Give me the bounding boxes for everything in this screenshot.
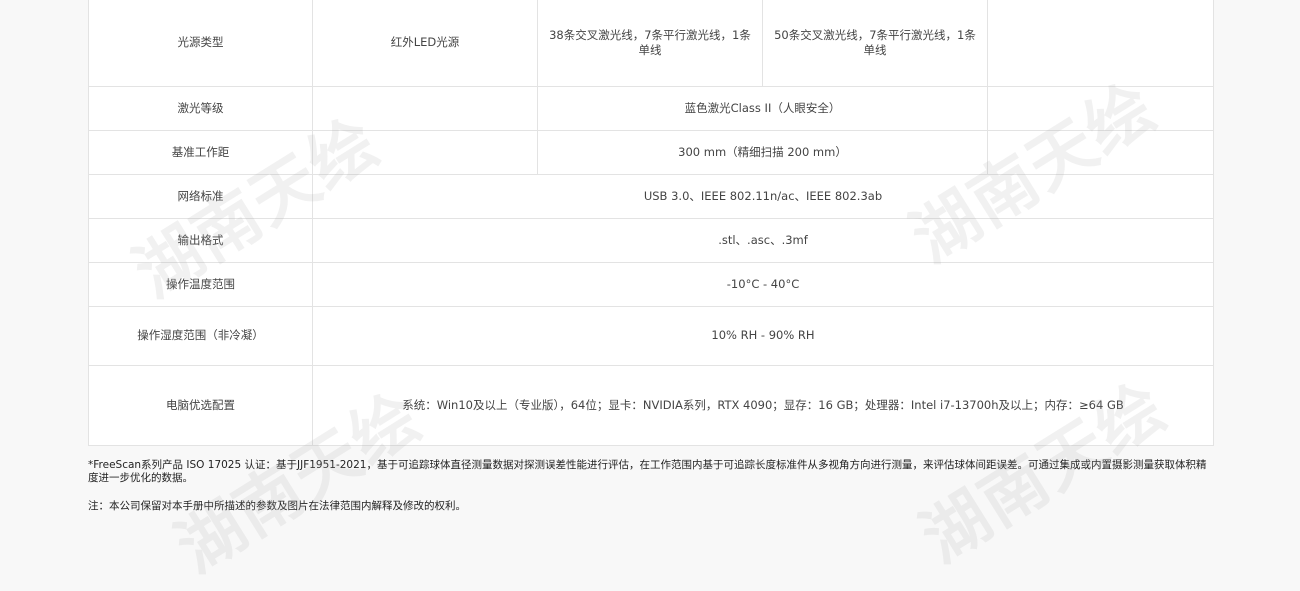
cell-operating-temp-value: -10°C - 40°C [312, 261, 1214, 307]
cell-light-source-col2: 38条交叉激光线，7条平行激光线，1条单线 [537, 0, 763, 87]
footnote-accuracy: *FreeScan系列产品 ISO 17025 认证：基于JJF1951-202… [88, 459, 1207, 484]
table-row-network: 网络标准 USB 3.0、IEEE 802.11n/ac、IEEE 802.3a… [88, 173, 1214, 219]
row-label-output-format: 输出格式 [88, 217, 313, 263]
cell-operating-humidity-value: 10% RH - 90% RH [312, 305, 1214, 366]
table-row-laser-class: 激光等级 蓝色激光Class II（人眼安全） [88, 85, 1214, 131]
row-label-network: 网络标准 [88, 173, 313, 219]
table-row-pc-config: 电脑优选配置 系统：Win10及以上（专业版），64位；显卡：NVIDIA系列，… [88, 364, 1214, 446]
cell-light-source-col4 [987, 0, 1214, 87]
row-label-pc-config: 电脑优选配置 [88, 364, 313, 446]
footnote-disclaimer: 注：本公司保留对本手册中所描述的参数及图片在法律范围内解释及修改的权利。 [88, 500, 466, 512]
cell-laser-class-col1 [312, 85, 538, 131]
table-row-light-source: 光源类型 红外LED光源 38条交叉激光线，7条平行激光线，1条单线 50条交叉… [88, 0, 1214, 87]
cell-working-distance-value: 300 mm（精细扫描 200 mm） [537, 129, 988, 175]
cell-working-distance-col4 [987, 129, 1214, 175]
cell-light-source-col1: 红外LED光源 [312, 0, 538, 87]
row-label-operating-humidity: 操作湿度范围（非冷凝） [88, 305, 313, 366]
table-row-output-format: 输出格式 .stl、.asc、.3mf [88, 217, 1214, 263]
cell-laser-class-value: 蓝色激光Class II（人眼安全） [537, 85, 988, 131]
cell-output-format-value: .stl、.asc、.3mf [312, 217, 1214, 263]
table-row-operating-humidity: 操作湿度范围（非冷凝） 10% RH - 90% RH [88, 305, 1214, 366]
row-label-working-distance: 基准工作距 [88, 129, 313, 175]
cell-light-source-col3: 50条交叉激光线，7条平行激光线，1条单线 [762, 0, 988, 87]
row-label-laser-class: 激光等级 [88, 85, 313, 131]
table-row-operating-temp: 操作温度范围 -10°C - 40°C [88, 261, 1214, 307]
row-label-light-source: 光源类型 [88, 0, 313, 87]
table-row-working-distance: 基准工作距 300 mm（精细扫描 200 mm） [88, 129, 1214, 175]
footnotes: *FreeScan系列产品 ISO 17025 认证：基于JJF1951-202… [88, 459, 1213, 513]
cell-network-value: USB 3.0、IEEE 802.11n/ac、IEEE 802.3ab [312, 173, 1214, 219]
cell-laser-class-col4 [987, 85, 1214, 131]
row-label-operating-temp: 操作温度范围 [88, 261, 313, 307]
spec-table: 光源类型 红外LED光源 38条交叉激光线，7条平行激光线，1条单线 50条交叉… [88, 0, 1214, 446]
cell-pc-config-value: 系统：Win10及以上（专业版），64位；显卡：NVIDIA系列，RTX 409… [312, 364, 1214, 446]
cell-working-distance-col1 [312, 129, 538, 175]
